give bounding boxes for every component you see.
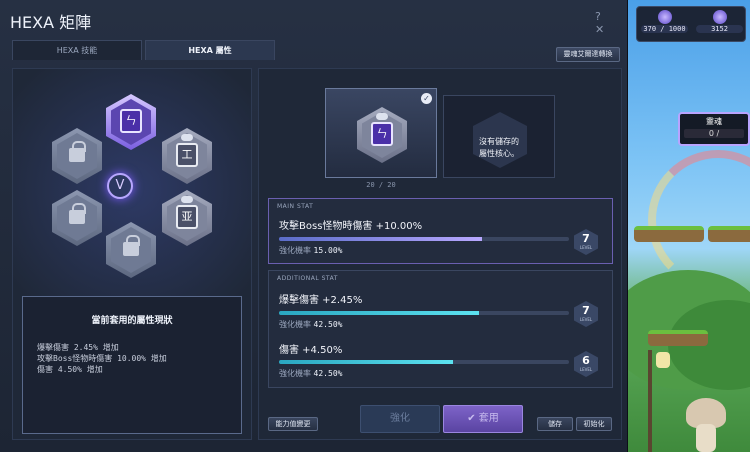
game-world (628, 0, 750, 452)
main-stat-block: MAIN STAT 攻擊Boss怪物時傷害 +10.00% 強化機率 15.00… (268, 198, 613, 264)
lamp-post (648, 350, 652, 452)
platform (634, 226, 704, 242)
status-title: 當前套用的屬性現狀 (91, 316, 173, 326)
core-hex: ㄣ (357, 107, 407, 163)
gem-icon (657, 10, 672, 24)
resource-bar: 370 / 1000 3152 (636, 6, 746, 42)
window-title: HEXA 矩陣 (10, 13, 92, 32)
ability-change-button[interactable]: 能力值變更 (268, 417, 318, 431)
empty-slot-text-2: 屬性核心。 (479, 149, 519, 158)
rune-icon: ㄣ (120, 109, 142, 133)
main-stat-level-badge: 7 LEVEL (574, 229, 598, 255)
platform (708, 226, 750, 242)
resource-value: 3152 (696, 25, 743, 33)
resource-value: 370 / 1000 (641, 25, 688, 33)
status-line: 攻擊Boss怪物時傷害 10.00% 增加 (37, 354, 167, 363)
additional-stat-header: ADDITIONAL STAT (277, 275, 338, 282)
soul-erda-convert-button[interactable]: 靈魂艾爾達轉換 (556, 47, 620, 62)
rate-label: 強化機率 (279, 369, 311, 378)
check-icon: ✓ (421, 93, 432, 104)
tab-hexa-skill[interactable]: HEXA 技能 (12, 40, 142, 60)
additional-stat-level-badge: 6 LEVEL (574, 351, 598, 377)
core-slot-selected[interactable]: ✓ ㄣ (325, 88, 437, 178)
current-stat-status-box: 當前套用的屬性現狀 爆擊傷害 2.45% 增加 攻擊Boss怪物時傷害 10.0… (22, 296, 242, 434)
status-line: 傷害 4.50% 增加 (37, 365, 103, 374)
rune-icon: 工 (176, 143, 198, 167)
level-label: LEVEL (579, 317, 593, 322)
help-icon[interactable]: ? (595, 10, 607, 23)
tab-hexa-stat[interactable]: HEXA 屬性 (145, 40, 275, 60)
apply-button[interactable]: ✔ 套用 (443, 405, 523, 433)
additional-stat-name: 爆擊傷害 +2.45% (279, 295, 363, 306)
core-count: 20 / 20 (366, 181, 396, 189)
rune-icon: 亚 (176, 205, 198, 229)
close-icon[interactable]: ✕ (595, 23, 610, 36)
additional-stat-rate: 強化機率 42.50% (279, 368, 342, 379)
main-stat-rate: 強化機率 15.00% (279, 245, 342, 256)
main-stat-name: 攻擊Boss怪物時傷害 +10.00% (279, 221, 423, 232)
additional-stat-name: 傷害 +4.50% (279, 345, 343, 356)
rune-dot-icon (376, 113, 388, 120)
check-icon: ✔ (467, 413, 479, 424)
lock-icon (69, 203, 86, 224)
additional-stat-level-badge: 7 LEVEL (574, 301, 598, 327)
quest-progress: 0 / (684, 129, 744, 138)
v-emblem-icon: V (107, 173, 133, 199)
status-line: 爆擊傷害 2.45% 增加 (37, 343, 119, 352)
gem-icon (712, 10, 727, 24)
quest-title: 靈魂 (706, 117, 722, 126)
resource-cell: 370 / 1000 (637, 7, 692, 43)
strengthen-button[interactable]: 強化 (360, 405, 440, 433)
level-label: LEVEL (579, 245, 593, 250)
additional-stat-progress (279, 360, 569, 364)
main-stat-progress (279, 237, 569, 241)
mushroom-npc-stem (696, 424, 716, 452)
apply-label: 套用 (478, 413, 499, 424)
additional-stat-progress (279, 311, 569, 315)
additional-stat-block: ADDITIONAL STAT 爆擊傷害 +2.45% 強化機率 42.50% … (268, 270, 613, 388)
lamp (656, 352, 670, 368)
rate-value: 42.50% (313, 320, 343, 329)
additional-stat-progress-fill (279, 311, 480, 315)
additional-stat-progress-fill (279, 360, 453, 364)
additional-stat-rate: 強化機率 42.50% (279, 319, 342, 330)
rate-value: 42.50% (313, 369, 343, 378)
lock-icon (123, 235, 140, 256)
hexa-matrix-window: HEXA 矩陣 ? ✕ HEXA 技能 HEXA 屬性 靈魂艾爾達轉換 ㄣ 工 … (0, 0, 628, 452)
lock-icon (69, 141, 86, 162)
empty-slot-text-1: 沒有儲存的 (479, 137, 519, 146)
reset-button[interactable]: 初始化 (576, 417, 612, 431)
rate-label: 強化機率 (279, 320, 311, 329)
platform (648, 330, 708, 346)
rainbow (648, 150, 750, 290)
rune-icon: ㄣ (371, 122, 393, 146)
save-button[interactable]: 儲存 (537, 417, 573, 431)
resource-cell: 3152 (692, 7, 747, 43)
core-slot-empty[interactable]: 沒有儲存的 屬性核心。 (443, 95, 555, 178)
rune-dot-icon (181, 134, 193, 141)
quest-tracker[interactable]: 靈魂 0 / (678, 112, 750, 146)
main-stat-progress-fill (279, 237, 482, 241)
main-stat-header: MAIN STAT (277, 203, 314, 210)
window-controls: ? ✕ (595, 10, 627, 36)
level-label: LEVEL (579, 367, 593, 372)
rate-label: 強化機率 (279, 246, 311, 255)
rate-value: 15.00% (313, 246, 343, 255)
rune-dot-icon (181, 196, 193, 203)
